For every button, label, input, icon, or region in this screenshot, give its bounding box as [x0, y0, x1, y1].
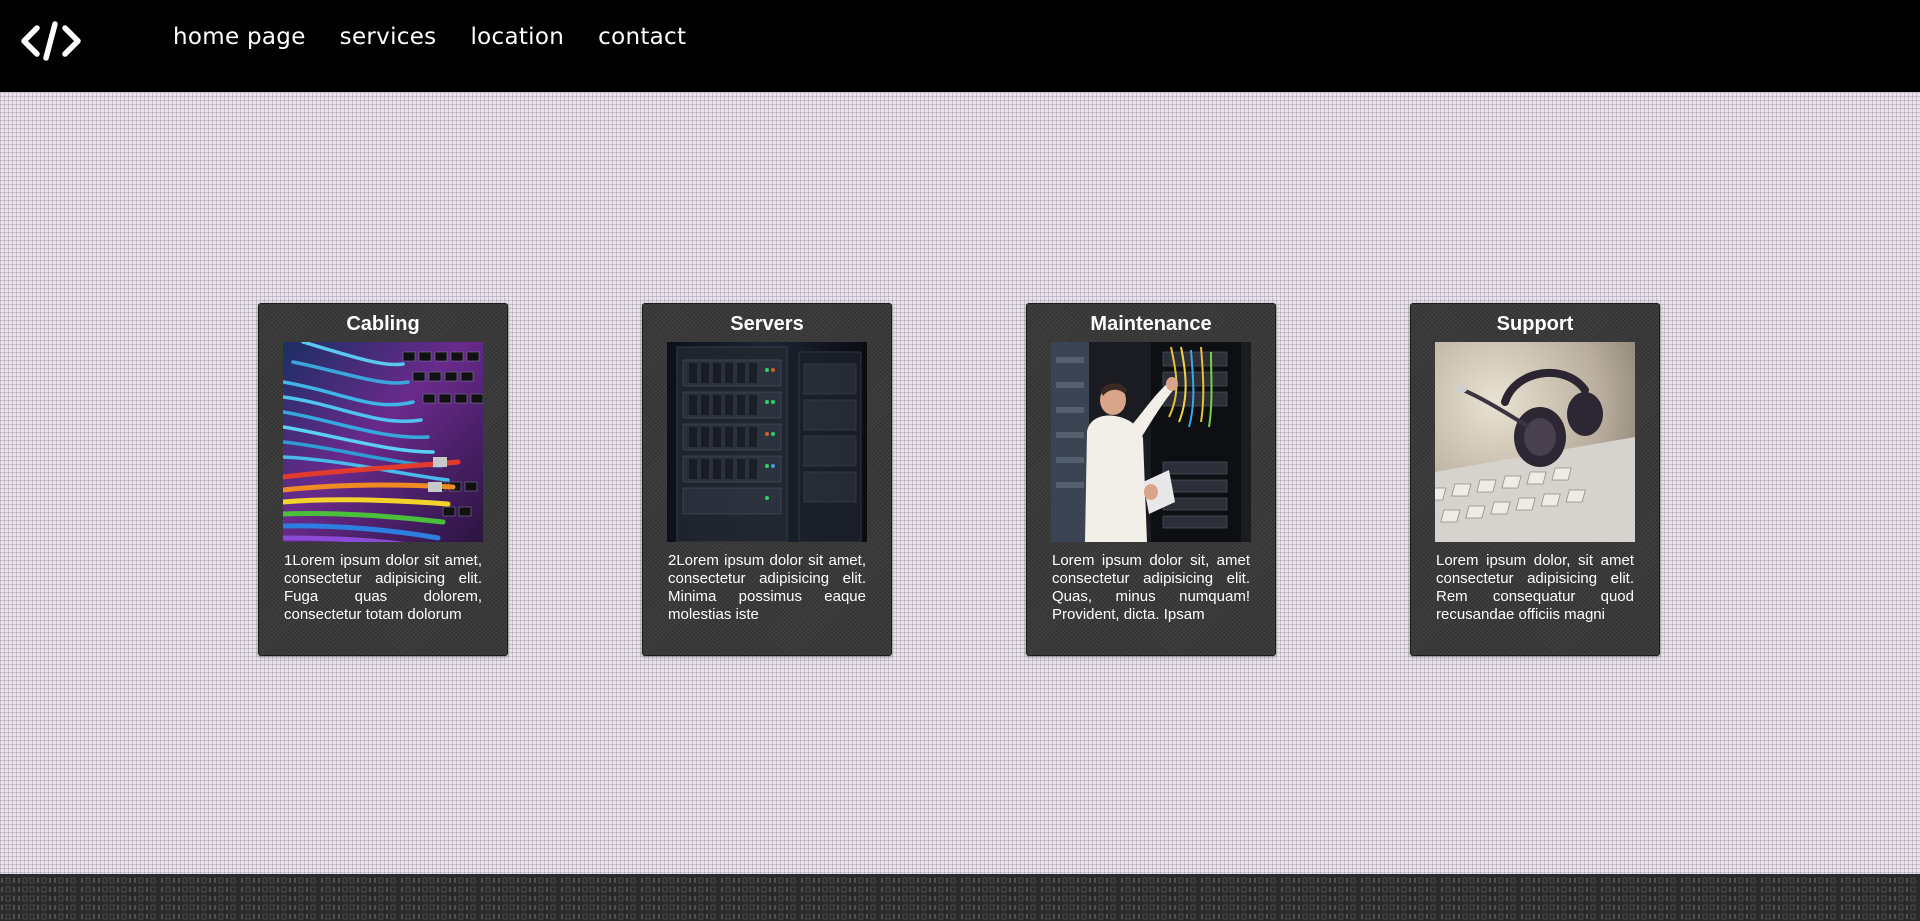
card-description: Lorem ipsum dolor sit, amet consectetur …: [1052, 552, 1250, 623]
network-cables-photo: [283, 342, 483, 542]
nav-services-link[interactable]: services: [340, 22, 437, 52]
card-title: Cabling: [346, 313, 420, 335]
nav-home-page-link[interactable]: home page: [173, 22, 306, 52]
service-card-cabling: Cabling 1Lorem ipsum dolor sit amet, con…: [258, 303, 508, 656]
card-title: Servers: [730, 313, 804, 335]
service-card-servers: Servers 2Lorem ipsum dolor sit amet, con…: [642, 303, 892, 656]
binary-pattern-decoration: [0, 876, 1920, 921]
headset-on-keyboard-photo: [1435, 342, 1635, 542]
card-description: Lorem ipsum dolor, sit amet consectetur …: [1436, 552, 1634, 623]
nav-contact-link[interactable]: contact: [598, 22, 686, 52]
server-rack-photo: [667, 342, 867, 542]
card-description: 1Lorem ipsum dolor sit amet, consectetur…: [284, 552, 482, 623]
nav-location-link[interactable]: location: [470, 22, 564, 52]
site-header: home page services location contact: [0, 0, 1920, 92]
code-brackets-icon[interactable]: [20, 20, 82, 62]
main-nav: home page services location contact: [173, 22, 686, 52]
service-card-maintenance: Maintenance Lorem ipsum dolor sit, amet …: [1026, 303, 1276, 656]
site-footer: [0, 874, 1920, 921]
card-description: 2Lorem ipsum dolor sit amet, consectetur…: [668, 552, 866, 623]
card-title: Maintenance: [1090, 313, 1212, 335]
service-card-support: Support Lorem ipsum dolor, sit amet cons…: [1410, 303, 1660, 656]
technician-at-rack-photo: [1051, 342, 1251, 542]
card-title: Support: [1496, 313, 1574, 335]
